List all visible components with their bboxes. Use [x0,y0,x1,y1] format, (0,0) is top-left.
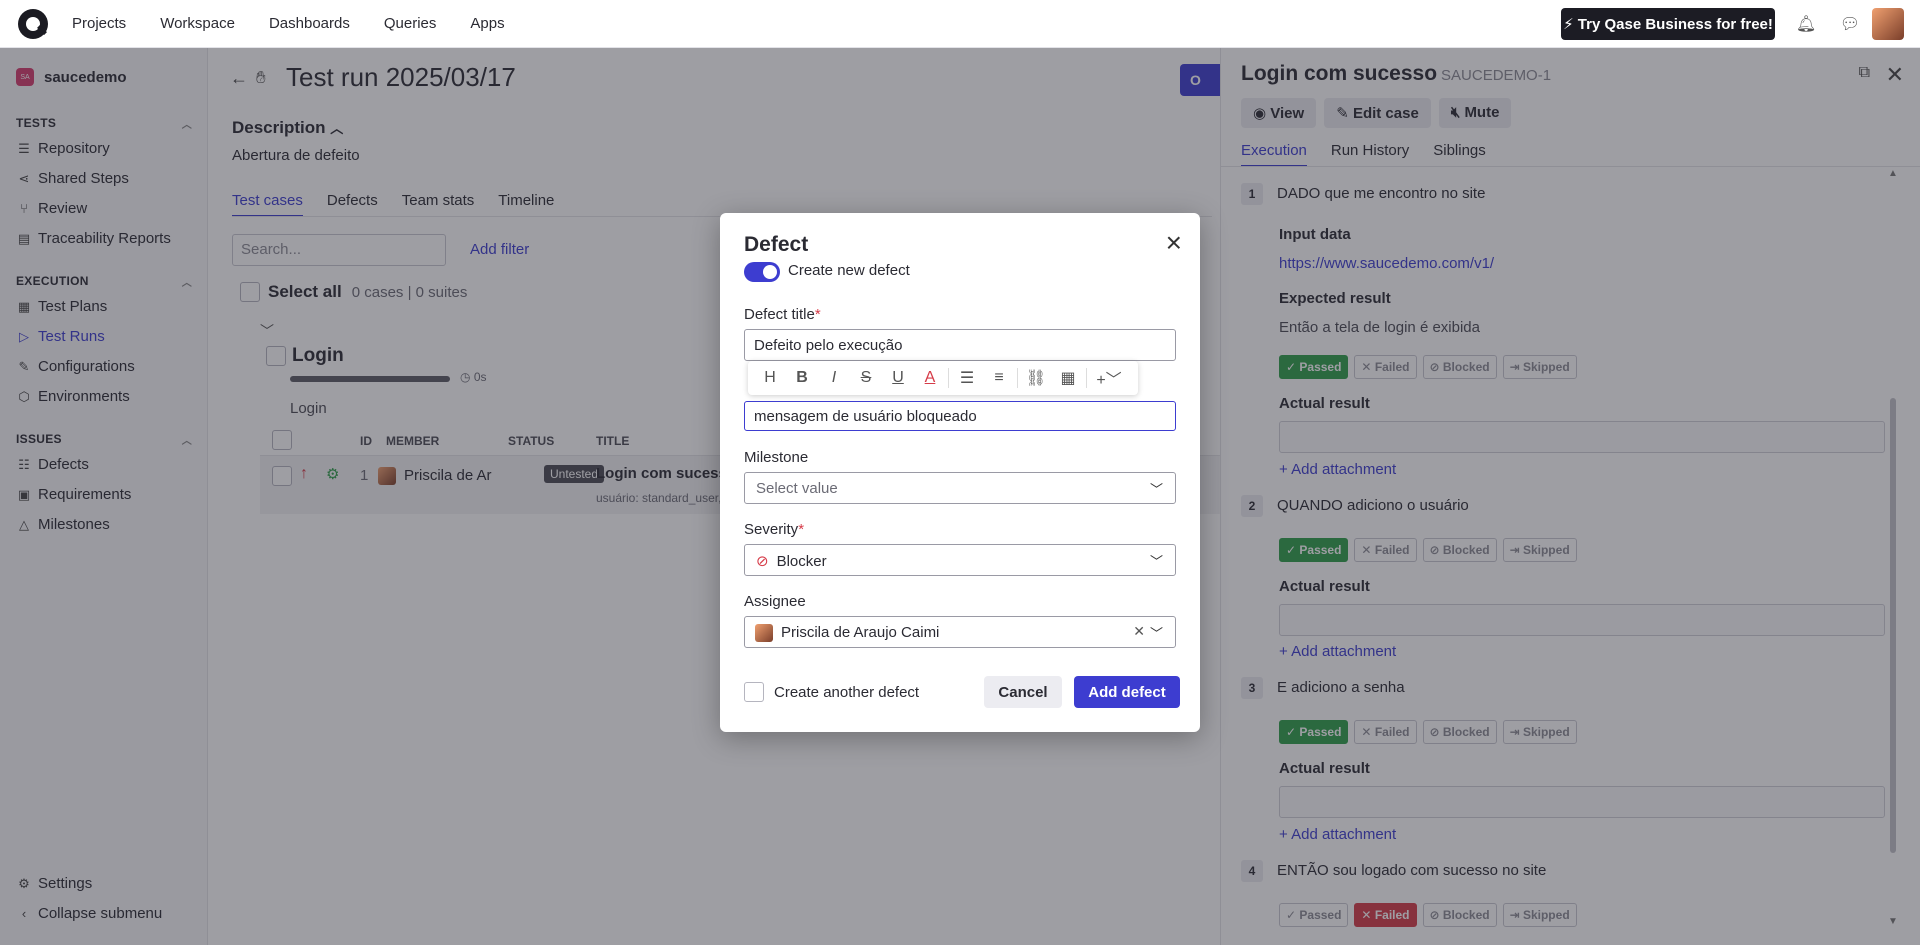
top-navbar: Projects Workspace Dashboards Queries Ap… [0,0,1920,48]
nav-dashboards[interactable]: Dashboards [269,15,350,32]
assignee-select[interactable]: Priscila de Araujo Caimi ✕ ﹀ [744,616,1176,648]
toolbar-divider [948,368,949,388]
text-color-icon[interactable]: A [914,369,946,387]
severity-label: Severity* [744,521,805,538]
chevron-down-icon: ﹀ [1149,626,1163,641]
nav-apps[interactable]: Apps [470,15,504,32]
create-another-option[interactable]: Create another defect [744,682,919,702]
chevron-down-icon: ﹀ [1149,482,1163,497]
user-avatar[interactable] [1872,8,1904,40]
assignee-avatar [755,624,773,643]
toolbar-divider [1086,368,1087,388]
cancel-button[interactable]: Cancel [984,676,1062,708]
milestone-select[interactable]: Select value ﹀ [744,472,1176,504]
table-icon[interactable]: ▦ [1052,368,1084,388]
defect-modal: Defect × Create new defect Defect title*… [720,213,1200,732]
milestone-label: Milestone [744,449,809,466]
link-icon[interactable]: ⛓︎ [1020,368,1052,388]
try-business-button[interactable]: ⚡ Try Qase Business for free! [1561,8,1775,40]
bold-icon[interactable]: B [786,369,818,387]
nav-projects[interactable]: Projects [72,15,126,32]
bell-icon[interactable]: 🔔︎ [1796,14,1816,34]
bullet-list-icon[interactable]: ☰ [951,368,983,388]
qase-logo[interactable] [18,8,48,39]
heading-icon[interactable]: H [754,369,786,387]
create-new-defect-toggle[interactable] [744,262,780,282]
close-icon[interactable]: × [1166,227,1182,259]
defect-title-input[interactable]: Defeito pelo execução [744,329,1176,361]
create-another-label: Create another defect [774,683,920,701]
nav-queries[interactable]: Queries [384,15,437,32]
toolbar-divider [1017,368,1018,388]
underline-icon[interactable]: U [882,369,914,387]
numbered-list-icon[interactable]: ≡ [983,369,1015,387]
assignee-label: Assignee [744,593,806,610]
modal-title: Defect [744,233,809,256]
nav-workspace[interactable]: Workspace [160,15,235,32]
clear-icon[interactable]: ✕ [1133,623,1145,640]
create-another-checkbox[interactable] [744,682,764,702]
main-nav: Projects Workspace Dashboards Queries Ap… [72,15,539,32]
description-editor[interactable]: mensagem de usuário bloqueado [744,401,1176,431]
blocker-icon: ⊘ [756,553,769,570]
chat-icon[interactable]: 💬︎ [1840,14,1860,34]
defect-title-label: Defect title* [744,306,821,323]
strikethrough-icon[interactable]: S [850,369,882,387]
chevron-down-icon: ﹀ [1149,554,1163,569]
add-defect-button[interactable]: Add defect [1074,676,1180,708]
italic-icon[interactable]: I [818,369,850,387]
toggle-label: Create new defect [788,262,910,279]
rich-text-toolbar: H B I S U A ☰ ≡ ⛓︎ ▦ +﹀ [748,361,1138,395]
severity-select[interactable]: ⊘ Blocker ﹀ [744,544,1176,576]
insert-more-icon[interactable]: +﹀ [1089,366,1129,390]
